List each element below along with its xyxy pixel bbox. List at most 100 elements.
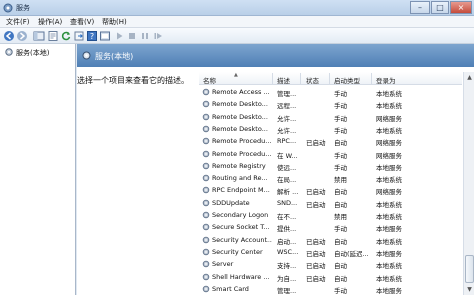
back-button[interactable]	[3, 30, 15, 42]
column-divider[interactable]	[329, 73, 330, 84]
table-row[interactable]: Remote Registry 使远... 手动 本地服务	[199, 160, 462, 172]
gear-icon	[5, 48, 13, 56]
service-logon-as: 本地系统	[376, 102, 402, 111]
gear-icon	[202, 285, 210, 293]
service-status: 已启动	[306, 139, 326, 148]
menu-file[interactable]: 文件(F)	[6, 17, 30, 27]
scroll-thumb[interactable]	[465, 255, 474, 283]
table-row[interactable]: Secure Socket T... 提供... 手动 本地服务	[199, 221, 462, 233]
service-name: Remote Procedu...	[212, 149, 272, 158]
table-row[interactable]: Remote Deskto... 远程... 手动 本地系统	[199, 98, 462, 110]
gear-icon	[202, 162, 210, 170]
service-status: 已启动	[306, 249, 326, 258]
service-status: 已启动	[306, 274, 326, 283]
table-row[interactable]: Routing and Re... 在局... 禁用 本地系统	[199, 172, 462, 184]
table-row[interactable]: Shell Hardware ... 为自... 已启动 自动 本地系统	[199, 271, 462, 283]
service-logon-as: 本地系统	[376, 213, 402, 221]
column-name[interactable]: 名称	[203, 75, 216, 85]
gear-icon	[202, 273, 210, 280]
table-row[interactable]: Remote Procedu... 在 W... 手动 网络服务	[199, 148, 462, 160]
table-row[interactable]: Smart Card 管理... 手动 本地服务	[199, 283, 462, 295]
details-header: 服务(本地)	[77, 44, 474, 67]
menu-action[interactable]: 操作(A)	[38, 17, 62, 27]
service-startup-type: 禁用	[334, 213, 347, 221]
toolbar: ?	[0, 28, 474, 44]
table-row[interactable]: Secondary Logon 在不... 禁用 本地系统	[199, 209, 462, 221]
service-description: 在局...	[277, 176, 297, 185]
console-tree-button[interactable]	[33, 30, 45, 42]
export-button[interactable]	[73, 30, 85, 42]
pause-service-button[interactable]	[139, 30, 151, 42]
table-row[interactable]: RPC Endpoint M... 解析 ... 已启动 自动 网络服务	[199, 184, 462, 196]
menu-view[interactable]: 查看(V)	[70, 17, 94, 27]
service-description: 在 W...	[277, 151, 298, 160]
column-divider[interactable]	[300, 73, 301, 84]
properties-button[interactable]	[47, 30, 59, 42]
gear-icon	[202, 224, 210, 231]
column-divider[interactable]	[371, 73, 372, 84]
service-status: 已启动	[306, 188, 326, 197]
gear-icon	[202, 113, 210, 120]
table-row[interactable]: SDDUpdate SND... 已启动 自动 本地系统	[199, 197, 462, 209]
column-status[interactable]: 状态	[306, 75, 319, 85]
column-header-row: 名称 ▲ 描述 状态 启动类型 登录为	[199, 72, 462, 85]
table-row[interactable]: Remote Deskto... 允许... 手动 本地系统	[199, 123, 462, 135]
tree-item-services-local[interactable]: 服务(本地)	[2, 47, 68, 57]
restart-icon	[154, 33, 162, 39]
refresh-button[interactable]	[60, 30, 72, 42]
service-logon-as: 网络服务	[376, 188, 402, 197]
close-button[interactable]: ×	[450, 1, 472, 14]
service-startup-type: 自动	[334, 139, 347, 148]
services-list: 名称 ▲ 描述 状态 启动类型 登录为 Remote Access ... 管理.…	[199, 72, 462, 295]
sort-indicator-icon: ▲	[234, 72, 238, 78]
service-name: Remote Deskto...	[212, 100, 268, 109]
start-service-button[interactable]	[113, 30, 125, 42]
table-row[interactable]: Server 支持... 已启动 自动 本地系统	[199, 258, 462, 270]
service-logon-as: 网络服务	[376, 114, 402, 123]
svg-text:?: ?	[90, 32, 94, 41]
scroll-up-arrow-icon[interactable]: ▲	[465, 73, 474, 82]
table-row[interactable]: Remote Deskto... 允许... 手动 网络服务	[199, 111, 462, 123]
refresh-icon	[61, 31, 71, 41]
table-row[interactable]: Security Account... 启动... 已启动 自动 本地系统	[199, 234, 462, 246]
service-name: Remote Access ...	[212, 88, 270, 96]
gear-icon	[202, 174, 210, 182]
scroll-down-arrow-icon[interactable]: ▼	[465, 285, 474, 294]
minimize-button[interactable]: –	[410, 1, 430, 14]
service-description: SND...	[277, 198, 298, 207]
stop-icon	[129, 33, 135, 39]
column-startup-type[interactable]: 启动类型	[334, 75, 360, 85]
service-description: 远程...	[277, 102, 297, 111]
column-divider[interactable]	[272, 73, 273, 84]
console-button[interactable]	[99, 30, 111, 42]
service-startup-type: 手动	[334, 114, 347, 123]
table-row[interactable]: Remote Access ... 管理... 手动 本地系统	[199, 86, 462, 98]
service-startup-type: 手动	[334, 126, 347, 135]
service-logon-as: 本地系统	[376, 262, 402, 271]
column-description[interactable]: 描述	[277, 75, 290, 85]
stop-service-button[interactable]	[126, 30, 138, 42]
service-name: Server	[212, 260, 234, 269]
service-startup-type: 自动	[334, 262, 347, 271]
forward-button[interactable]	[16, 30, 28, 42]
menu-bar: 文件(F) 操作(A) 查看(V) 帮助(H)	[0, 16, 474, 28]
menu-help[interactable]: 帮助(H)	[102, 17, 127, 27]
services-app-icon	[3, 3, 13, 13]
service-logon-as: 本地服务	[376, 249, 402, 258]
service-name: Security Account...	[212, 235, 272, 244]
gear-icon	[202, 150, 210, 157]
console-icon	[100, 31, 110, 41]
service-name: Routing and Re...	[212, 174, 268, 183]
help-button[interactable]: ?	[86, 30, 98, 42]
table-row[interactable]: Remote Procedu... RPC... 已启动 自动 网络服务	[199, 135, 462, 147]
table-row[interactable]: Security Center WSC... 已启动 自动(延迟... 本地服务	[199, 246, 462, 258]
service-description: 提供...	[277, 225, 297, 234]
maximize-button[interactable]: □	[431, 1, 449, 14]
window-title: 服务	[16, 4, 30, 12]
vertical-scrollbar[interactable]: ▲ ▼	[463, 72, 474, 295]
column-logon-as[interactable]: 登录为	[376, 75, 396, 85]
service-logon-as: 本地系统	[376, 274, 402, 283]
restart-service-button[interactable]	[152, 30, 164, 42]
forward-arrow-icon	[17, 31, 27, 41]
service-description: 解析 ...	[277, 188, 299, 197]
